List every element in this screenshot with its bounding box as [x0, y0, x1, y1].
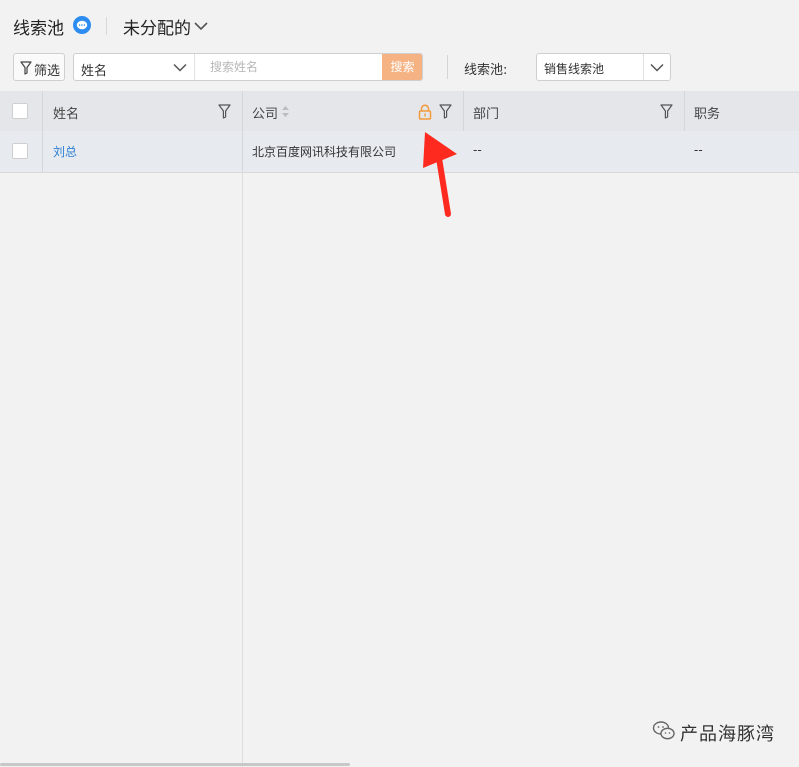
leads-table: 姓名 公司 部门 职务 刘总 北京百度网讯科技有限公司 -- --: [0, 91, 799, 767]
filter-icon[interactable]: [660, 104, 673, 119]
company-cell: 北京百度网讯科技有限公司: [252, 145, 397, 159]
search-button[interactable]: 搜索: [382, 54, 422, 80]
search-field-select[interactable]: 姓名: [74, 54, 195, 80]
column-divider: [42, 91, 43, 131]
column-divider: [463, 91, 464, 131]
horizontal-scrollbar[interactable]: [0, 763, 350, 766]
frozen-column-divider: [242, 173, 243, 767]
filter-icon: [20, 61, 32, 75]
lock-icon[interactable]: [418, 104, 432, 120]
position-cell: --: [694, 143, 703, 157]
pool-label: 线索池:: [464, 63, 508, 78]
watermark-text: 产品海豚湾: [680, 724, 775, 745]
chevron-down-icon: [650, 63, 664, 72]
column-divider: [684, 91, 685, 131]
wechat-icon: [652, 721, 675, 740]
filter-button-label: 筛选: [34, 64, 61, 79]
view-selector[interactable]: 未分配的: [123, 14, 191, 39]
filter-icon[interactable]: [439, 104, 452, 119]
sort-icon[interactable]: [281, 105, 290, 118]
column-header-company[interactable]: 公司: [252, 103, 278, 122]
table-row[interactable]: 刘总 北京百度网讯科技有限公司 -- --: [0, 131, 799, 173]
column-header-name[interactable]: 姓名: [53, 103, 79, 122]
chat-icon[interactable]: [73, 16, 91, 34]
search-field-label: 姓名: [81, 64, 108, 79]
filter-button[interactable]: 筛选: [13, 53, 65, 81]
column-header-position[interactable]: 职务: [694, 103, 720, 122]
pool-select[interactable]: 销售线索池: [536, 53, 671, 81]
page-header: 线索池 未分配的: [0, 0, 799, 48]
pool-select-divider: [643, 54, 644, 80]
column-divider: [242, 91, 243, 131]
annotation-arrow-icon: [423, 132, 457, 217]
search-input[interactable]: [196, 54, 382, 80]
search-group: 姓名 搜索: [73, 53, 423, 81]
column-divider: [42, 131, 43, 172]
page-title: 线索池: [13, 19, 64, 39]
department-cell: --: [473, 143, 482, 157]
column-divider: [242, 131, 243, 172]
filter-icon[interactable]: [218, 104, 231, 119]
column-header-department[interactable]: 部门: [473, 103, 499, 122]
toolbar-divider: [447, 55, 448, 79]
chevron-down-icon[interactable]: [193, 20, 209, 35]
pool-select-value: 销售线索池: [544, 62, 605, 76]
select-all-checkbox[interactable]: [12, 103, 28, 119]
table-header: 姓名 公司 部门 职务: [0, 91, 799, 131]
row-checkbox[interactable]: [12, 143, 28, 159]
title-divider: [106, 17, 107, 35]
chevron-down-icon: [173, 63, 187, 72]
lead-name-link[interactable]: 刘总: [53, 143, 77, 160]
